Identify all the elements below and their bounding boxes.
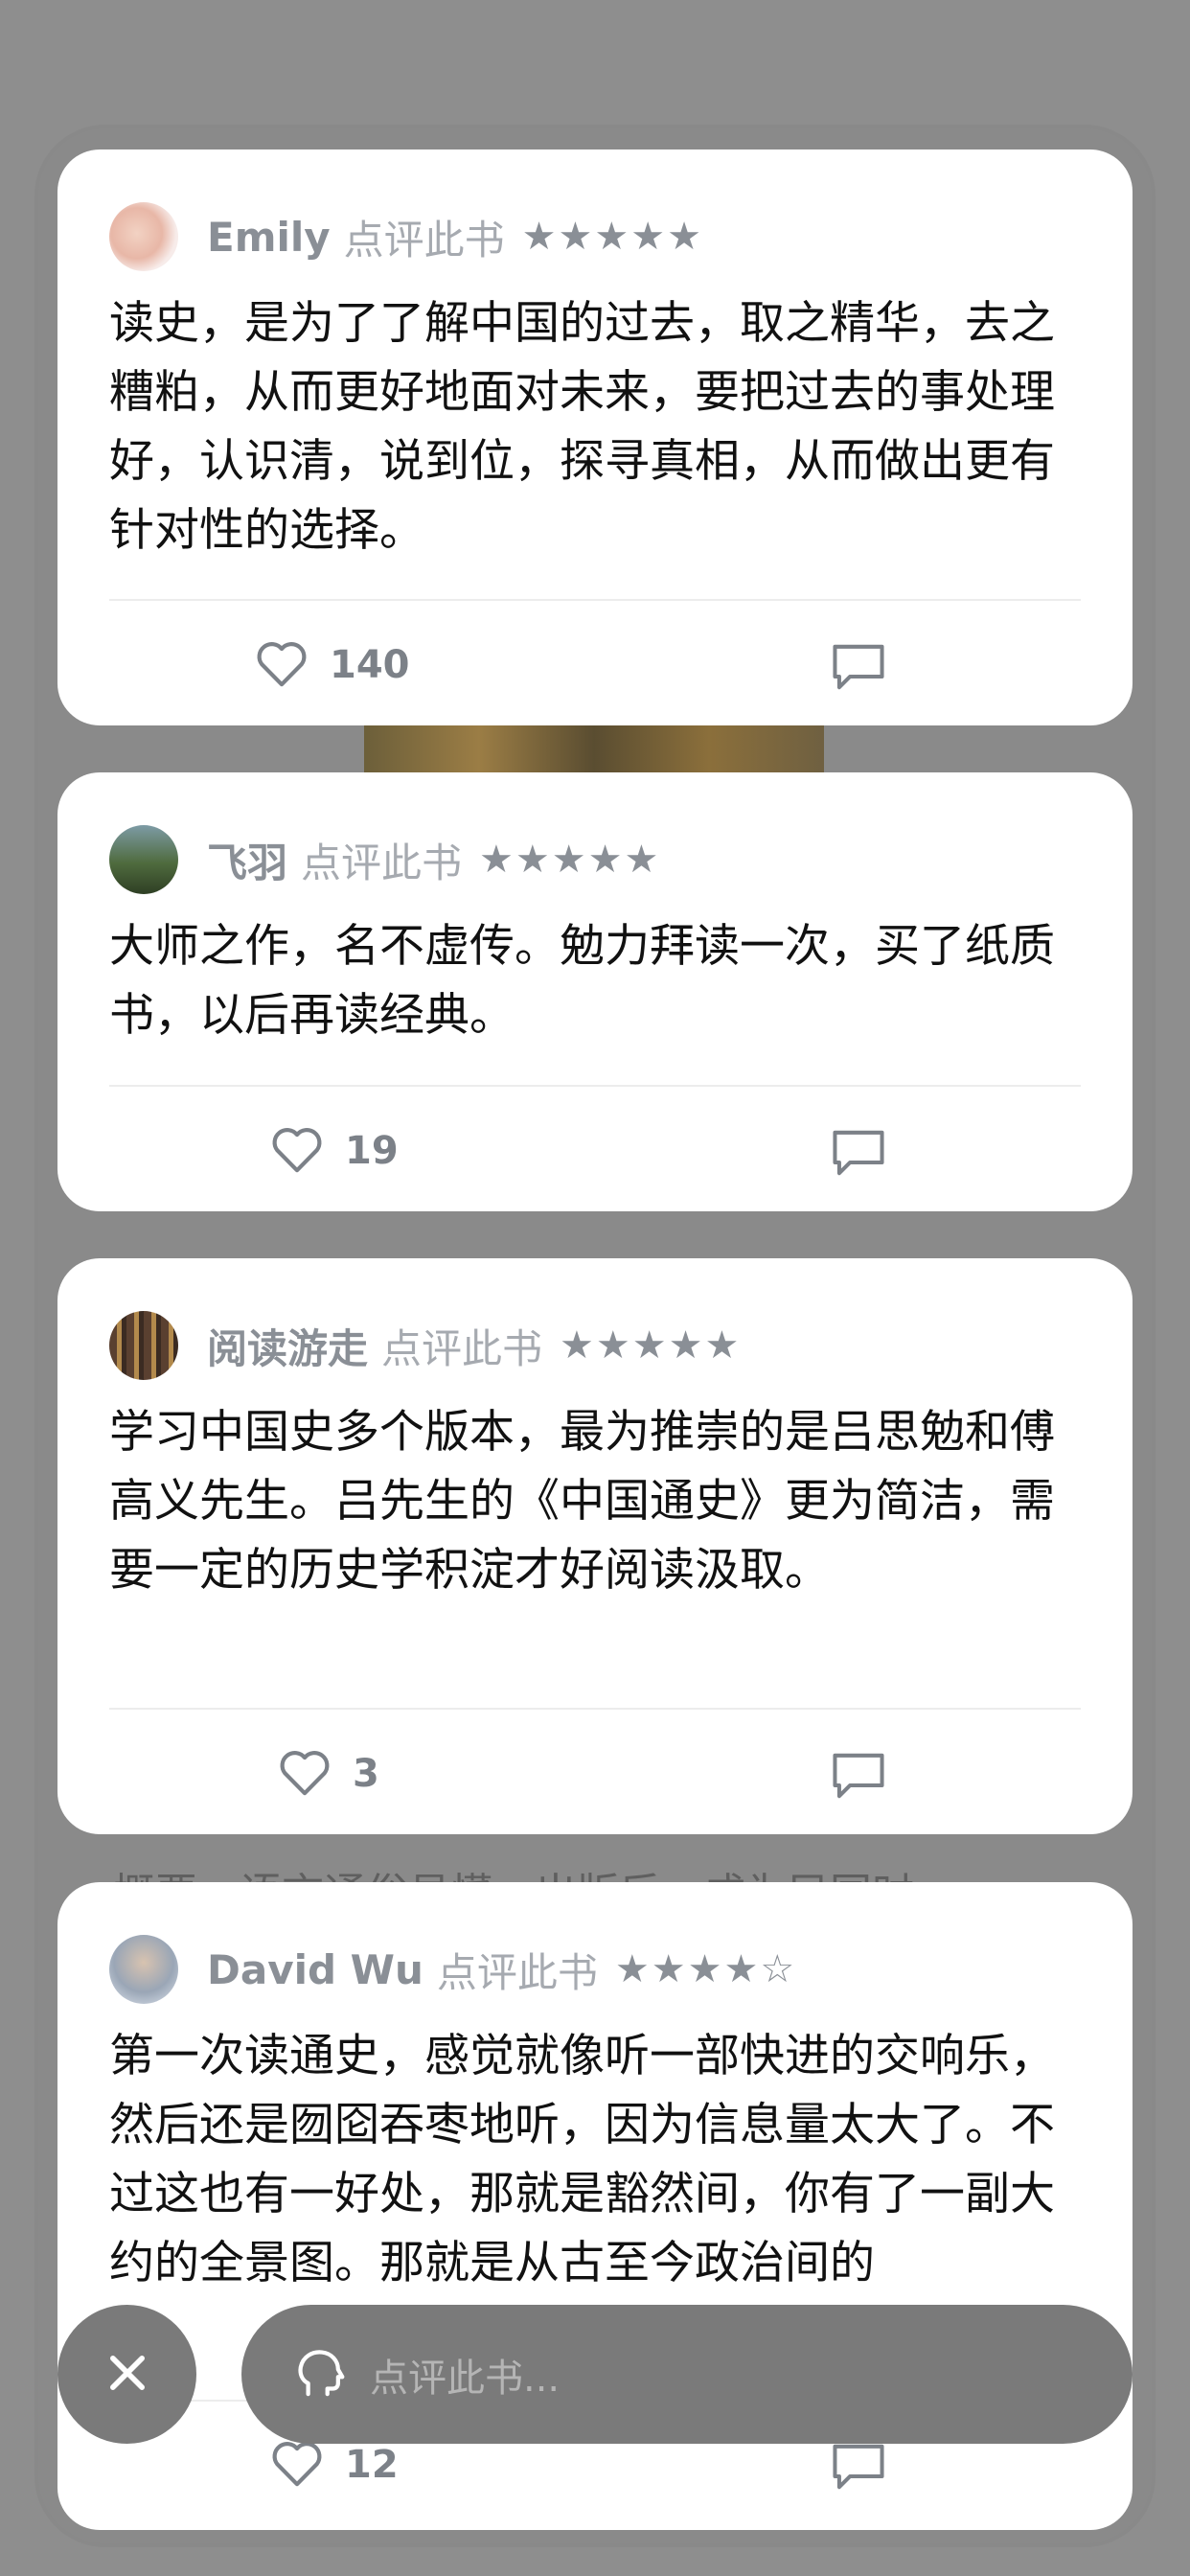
reviewer-name[interactable]: 飞羽 <box>207 831 287 889</box>
review-action-label: 点评此书 <box>381 1324 543 1372</box>
comment-bubble-icon[interactable] <box>831 642 886 692</box>
close-button[interactable] <box>57 2305 196 2444</box>
rating-stars: ★★★★☆ <box>614 1947 797 1991</box>
rating-stars: ★★★★★ <box>560 1323 742 1368</box>
review-action-label: 点评此书 <box>436 1948 598 1996</box>
review-card: 阅读游走 点评此书 ★★★★★ 学习中国史多个版本，最为推崇的是吕思勉和傅高义先… <box>57 1258 1133 1834</box>
comment-bubble-icon[interactable] <box>831 1128 886 1178</box>
like-button[interactable]: 140 <box>255 638 410 692</box>
comment-input[interactable]: 点评此书... <box>241 2305 1133 2444</box>
heart-outline-icon <box>278 1747 332 1801</box>
speech-head-icon <box>295 2347 347 2403</box>
heart-outline-icon <box>270 1124 324 1178</box>
like-button[interactable]: 19 <box>270 1124 399 1178</box>
review-header: David Wu 点评此书 ★★★★☆ <box>109 1934 796 2005</box>
close-icon <box>103 2348 152 2402</box>
comment-bar: 点评此书... <box>57 2305 1133 2444</box>
heart-outline-icon <box>270 2438 324 2492</box>
like-count: 140 <box>330 643 410 687</box>
reviewer-name[interactable]: 阅读游走 <box>207 1317 368 1375</box>
divider <box>109 599 1081 601</box>
review-action-label: 点评此书 <box>301 839 463 886</box>
avatar[interactable] <box>109 202 178 271</box>
review-header: 阅读游走 点评此书 ★★★★★ <box>109 1310 741 1381</box>
like-button[interactable]: 12 <box>270 2438 399 2492</box>
review-action-label: 点评此书 <box>343 216 505 264</box>
review-header: Emily 点评此书 ★★★★★ <box>109 201 703 272</box>
review-card: Emily 点评此书 ★★★★★ 读史，是为了了解中国的过去，取之精华，去之糟粕… <box>57 150 1133 725</box>
like-count: 3 <box>353 1752 379 1796</box>
avatar[interactable] <box>109 825 178 894</box>
avatar[interactable] <box>109 1311 178 1380</box>
comment-bubble-icon[interactable] <box>831 1751 886 1801</box>
divider <box>109 1708 1081 1710</box>
like-count: 19 <box>345 1129 399 1173</box>
reviewer-name[interactable]: Emily <box>207 214 331 261</box>
like-count: 12 <box>345 2443 399 2487</box>
like-button[interactable]: 3 <box>278 1747 379 1801</box>
review-text[interactable]: 大师之作，名不虚传。勉力拜读一次，买了纸质书，以后再读经典。 <box>109 912 1081 1050</box>
review-text[interactable]: 学习中国史多个版本，最为推崇的是吕思勉和傅高义先生。吕先生的《中国通史》更为简洁… <box>109 1398 1081 1605</box>
reviewer-name[interactable]: David Wu <box>207 1946 423 1993</box>
review-text[interactable]: 读史，是为了了解中国的过去，取之精华，去之糟粕，从而更好地面对未来，要把过去的事… <box>109 289 1081 565</box>
review-card: 飞羽 点评此书 ★★★★★ 大师之作，名不虚传。勉力拜读一次，买了纸质书，以后再… <box>57 772 1133 1211</box>
rating-stars: ★★★★★ <box>521 215 703 259</box>
divider <box>109 1085 1081 1087</box>
avatar[interactable] <box>109 1935 178 2004</box>
comment-placeholder: 点评此书... <box>370 2356 561 2401</box>
heart-outline-icon <box>255 638 309 692</box>
comment-bubble-icon[interactable] <box>831 2442 886 2492</box>
review-header: 飞羽 点评此书 ★★★★★ <box>109 824 660 895</box>
rating-stars: ★★★★★ <box>479 838 661 882</box>
